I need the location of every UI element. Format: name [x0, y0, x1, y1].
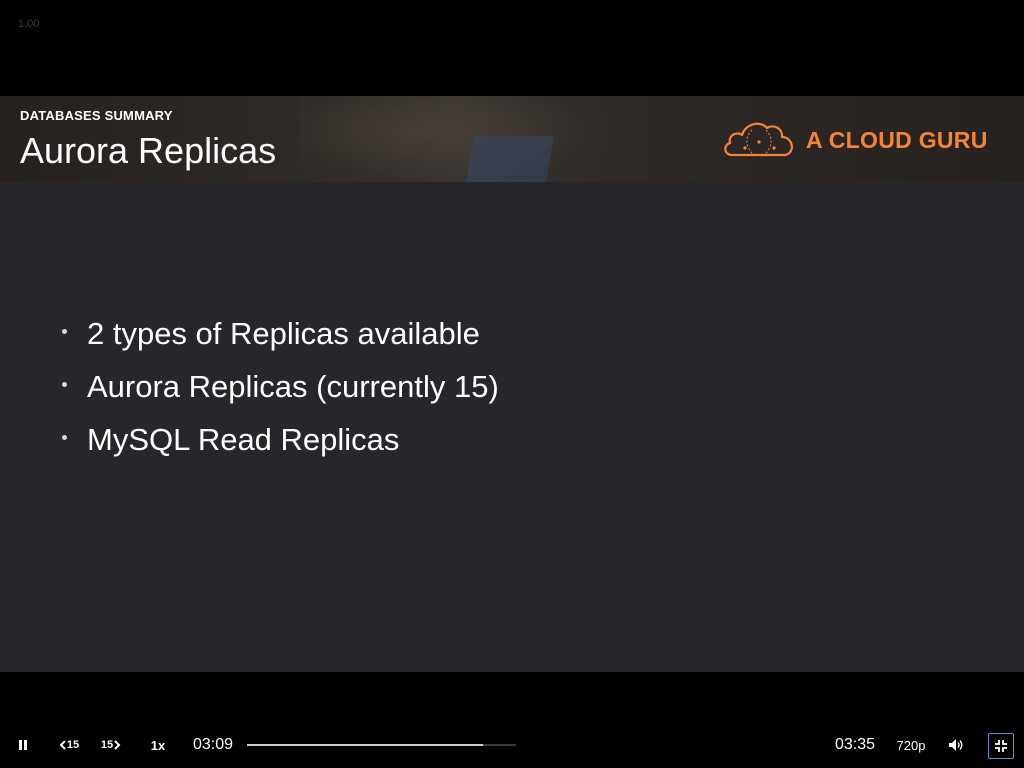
- volume-icon: [949, 739, 963, 751]
- bullet-text: 2 types of Replicas available: [87, 316, 480, 351]
- quality-button[interactable]: 720p: [894, 730, 928, 760]
- bullet-item: MySQL Read Replicas: [62, 422, 499, 475]
- volume-button[interactable]: [944, 730, 968, 760]
- exit-fullscreen-icon: [995, 740, 1007, 752]
- rewind-15-icon: [59, 740, 66, 750]
- bullet-text: MySQL Read Replicas: [87, 422, 400, 457]
- bullet-item: 2 types of Replicas available: [62, 316, 499, 369]
- cloud-logo-icon: [724, 122, 793, 157]
- bullet-item: Aurora Replicas (currently 15): [62, 369, 499, 422]
- section-label: DATABASES SUMMARY: [20, 108, 173, 123]
- exit-fullscreen-button[interactable]: [988, 733, 1014, 759]
- rewind-label: 15: [66, 739, 80, 751]
- version-tag: 1.00: [18, 18, 40, 30]
- player-controls: 15 15 1x 03:09 03:35 720p: [0, 730, 1024, 760]
- duration: 03:35: [834, 736, 876, 753]
- slide-title: Aurora Replicas: [20, 130, 277, 171]
- bullet-list: 2 types of Replicas available Aurora Rep…: [62, 316, 499, 475]
- progress-bar[interactable]: [247, 744, 516, 746]
- forward-15-button[interactable]: 15: [98, 730, 124, 760]
- forward-label: 15: [100, 739, 114, 751]
- slide-header: DATABASES SUMMARY Aurora Replicas A CLOU…: [0, 96, 1024, 182]
- current-time: 03:09: [192, 736, 234, 753]
- bullet-dot-icon: [62, 382, 67, 387]
- bullet-dot-icon: [62, 435, 67, 440]
- forward-15-icon: [114, 740, 121, 750]
- slide: DATABASES SUMMARY Aurora Replicas A CLOU…: [0, 96, 1024, 672]
- speed-button[interactable]: 1x: [146, 730, 170, 760]
- pause-button[interactable]: [12, 730, 34, 760]
- presenter-video-overlay: [300, 96, 620, 182]
- pause-icon: [19, 740, 27, 750]
- logo-text: A CLOUD GURU: [806, 127, 988, 153]
- progress-fill: [247, 744, 484, 746]
- presenter-shirt-overlay: [465, 136, 555, 182]
- rewind-15-button[interactable]: 15: [56, 730, 82, 760]
- bullet-dot-icon: [62, 329, 67, 334]
- bullet-text: Aurora Replicas (currently 15): [87, 369, 499, 404]
- brand-logo: A CLOUD GURU: [722, 118, 1002, 162]
